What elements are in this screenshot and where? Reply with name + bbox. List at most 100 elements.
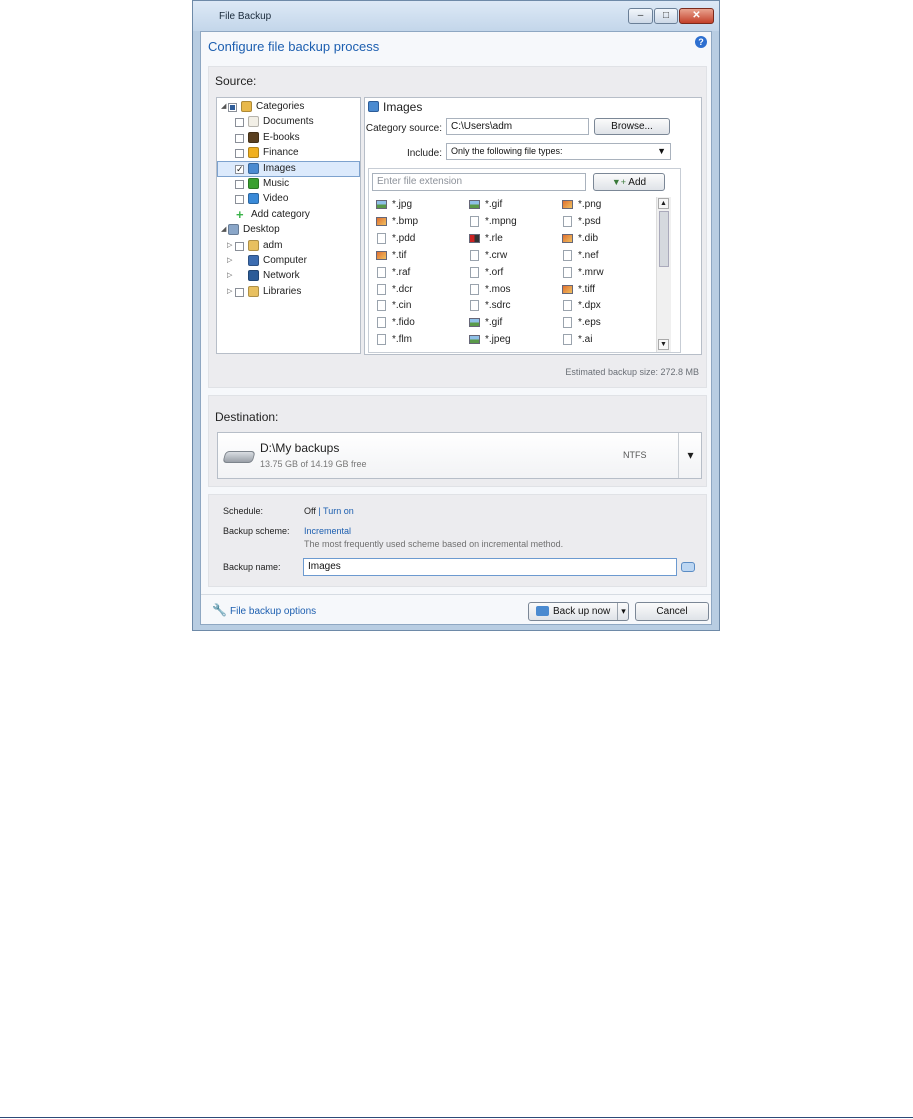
- extension-item[interactable]: *.jpeg: [469, 333, 559, 348]
- include-select[interactable]: Only the following file types: ▼: [446, 143, 671, 160]
- tree-checkbox[interactable]: [235, 133, 244, 143]
- tree-item-add-category[interactable]: + Add category: [218, 208, 359, 222]
- extension-item[interactable]: *.gif: [469, 198, 559, 213]
- extension-item[interactable]: *.fido: [376, 316, 466, 331]
- tree-checkbox[interactable]: [228, 103, 237, 112]
- extension-item[interactable]: *.dib: [562, 232, 652, 247]
- extension-label: *.dcr: [392, 283, 413, 295]
- extension-item[interactable]: *.bmp: [376, 215, 466, 230]
- expand-arrow-icon[interactable]: ▷: [227, 256, 232, 264]
- extension-item[interactable]: *.dpx: [562, 299, 652, 314]
- extension-item[interactable]: *.nef: [562, 249, 652, 264]
- extension-label: *.crw: [485, 249, 508, 261]
- tree-item-finance[interactable]: Finance: [218, 146, 359, 160]
- extension-item[interactable]: *.raf: [376, 266, 466, 281]
- backup-options-arrow[interactable]: ▾: [617, 603, 629, 620]
- destination-dropdown-arrow[interactable]: ▾: [678, 433, 702, 478]
- extension-item[interactable]: *.flm: [376, 333, 466, 348]
- network-icon: [248, 270, 259, 282]
- file-backup-options-link[interactable]: File backup options: [230, 606, 316, 617]
- extension-item[interactable]: *.sdrc: [469, 299, 559, 314]
- extension-item[interactable]: *.mos: [469, 283, 559, 298]
- close-button[interactable]: ✕: [679, 8, 714, 24]
- tree-checkbox[interactable]: [235, 118, 244, 128]
- tree-item-adm[interactable]: ▷ adm: [218, 239, 359, 253]
- desktop-icon: [228, 224, 239, 236]
- comment-icon[interactable]: [681, 562, 695, 572]
- extension-item[interactable]: *.cin: [376, 299, 466, 314]
- extension-item[interactable]: *.tif: [376, 249, 466, 264]
- extension-item[interactable]: *.pdd: [376, 232, 466, 247]
- tree-item-libraries[interactable]: ▷ Libraries: [218, 285, 359, 299]
- expanded-arrow-icon[interactable]: ◢: [221, 102, 226, 110]
- scroll-down-arrow[interactable]: ▼: [658, 339, 669, 350]
- extension-label: *.dib: [578, 232, 599, 244]
- extension-input[interactable]: Enter file extension: [372, 173, 586, 191]
- extension-item[interactable]: *.tiff: [562, 283, 652, 298]
- backup-name-input[interactable]: Images: [303, 558, 677, 576]
- tree-item-documents[interactable]: Documents: [218, 115, 359, 129]
- tree-checkbox[interactable]: [235, 195, 244, 205]
- extension-item[interactable]: *.orf: [469, 266, 559, 281]
- tree-checkbox[interactable]: [235, 241, 244, 251]
- back-up-now-button[interactable]: Back up now ▾: [528, 602, 629, 621]
- scroll-up-arrow[interactable]: ▲: [658, 198, 669, 209]
- extension-item[interactable]: *.ai: [562, 333, 652, 348]
- extension-list[interactable]: *.jpg *.gif *.png *.bmp *.mpng *.psd *.pdd *.rl…: [372, 198, 652, 352]
- computer-icon: [248, 255, 259, 266]
- schedule-separator: |: [315, 506, 324, 516]
- tree-item-e-books[interactable]: E-books: [218, 131, 359, 145]
- libraries-icon: [248, 285, 259, 297]
- file-icon: [470, 249, 479, 261]
- extension-item[interactable]: *.eps: [562, 316, 652, 331]
- browse-button[interactable]: Browse...: [594, 118, 670, 135]
- extension-item[interactable]: *.gif: [469, 316, 559, 331]
- file-icon: [563, 266, 572, 278]
- tree-item-computer[interactable]: ▷ Computer: [218, 254, 359, 268]
- help-icon[interactable]: ?: [695, 36, 707, 48]
- extension-item[interactable]: *.png: [562, 198, 652, 213]
- destination-selector[interactable]: D:\My backups 13.75 GB of 14.19 GB free …: [217, 432, 702, 479]
- expand-arrow-icon[interactable]: ▷: [227, 287, 232, 295]
- categories-icon: [241, 101, 252, 112]
- cancel-button[interactable]: Cancel: [635, 602, 709, 621]
- category-source-field[interactable]: C:\Users\adm: [446, 118, 589, 135]
- tree-checkbox[interactable]: [235, 287, 244, 297]
- tree-item-label: Add category: [251, 208, 310, 220]
- extension-item[interactable]: *.crw: [469, 249, 559, 264]
- expand-arrow-icon[interactable]: ▷: [227, 241, 232, 249]
- extension-item[interactable]: *.dcr: [376, 283, 466, 298]
- backup-scheme-link[interactable]: Incremental: [304, 526, 351, 536]
- tree-checkbox[interactable]: [235, 149, 244, 159]
- maximize-button[interactable]: □: [654, 8, 678, 24]
- extension-item[interactable]: *.mpng: [469, 215, 559, 230]
- image-file-icon: [562, 284, 573, 294]
- extension-label: *.flm: [392, 334, 412, 346]
- extension-item[interactable]: *.psd: [562, 215, 652, 230]
- source-tree[interactable]: ◢ Categories Documents E-books Finance ✓ Image…: [216, 97, 361, 354]
- dialog-client-area: Configure file backup process ? Source: …: [200, 31, 712, 625]
- turn-on-link[interactable]: Turn on: [323, 506, 354, 516]
- extension-item[interactable]: *.mrw: [562, 266, 652, 281]
- minimize-button[interactable]: –: [628, 8, 653, 24]
- tree-checkbox[interactable]: [235, 180, 244, 189]
- extension-item[interactable]: *.jpg: [376, 198, 466, 213]
- add-extension-button[interactable]: ▼+ Add: [593, 173, 665, 191]
- image-file-icon: [562, 200, 573, 209]
- expand-arrow-icon[interactable]: ▷: [227, 271, 232, 279]
- scroll-thumb[interactable]: [659, 211, 669, 267]
- back-up-now-label: Back up now: [553, 606, 611, 617]
- tree-item-network[interactable]: ▷ Network: [218, 269, 359, 283]
- image-file-icon: [469, 233, 480, 243]
- tree-checkbox[interactable]: ✓: [235, 164, 244, 174]
- image-file-icon: [562, 233, 573, 243]
- tree-item-music[interactable]: Music: [218, 177, 359, 191]
- extension-scrollbar[interactable]: ▲ ▼: [656, 197, 671, 352]
- tree-item-images[interactable]: ✓ Images: [217, 160, 360, 177]
- tree-item-video[interactable]: Video: [218, 192, 359, 206]
- tree-item-desktop[interactable]: ◢ Desktop: [218, 223, 359, 237]
- expanded-arrow-icon[interactable]: ◢: [221, 225, 226, 233]
- tree-item-categories[interactable]: ◢ Categories: [218, 100, 359, 114]
- extension-item[interactable]: *.rle: [469, 232, 559, 247]
- extension-label: *.mpng: [485, 215, 517, 227]
